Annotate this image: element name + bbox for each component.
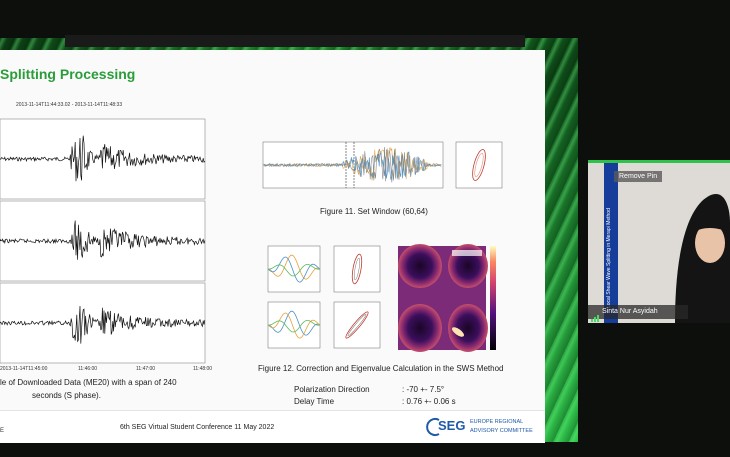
top-bar xyxy=(65,35,525,47)
seismogram-figure xyxy=(0,118,206,364)
time-tick: 11:48:00 xyxy=(193,366,213,372)
remove-pin-button[interactable]: Remove Pin xyxy=(614,171,663,182)
figure-12-caption: Figure 12. Correction and Eigenvalue Cal… xyxy=(258,364,504,373)
polarization-label: Polarization Direction xyxy=(294,385,370,394)
figure-12-eigen-plots xyxy=(267,244,496,352)
footer-org-line-2: ADVISORY COMMITTEE xyxy=(470,428,533,434)
participant-name: Sinta Nur Asyidah xyxy=(602,308,658,315)
time-tick: 11:47:00 xyxy=(136,366,156,372)
participant-avatar xyxy=(675,193,730,323)
time-tick: 11:46:00 xyxy=(78,366,98,372)
footer-conference-text: 6th SEG Virtual Student Conference 11 Ma… xyxy=(120,424,275,431)
seg-logo: SEG xyxy=(426,416,466,438)
footer-left-letter: E xyxy=(0,428,5,434)
polarization-value: : -70 +- 7.5° xyxy=(402,385,445,394)
slide-title: Splitting Processing xyxy=(0,66,136,82)
left-figure-caption-1: le of Downloaded Data (ME20) with a span… xyxy=(0,378,177,387)
figure-11-caption: Figure 11. Set Window (60,64) xyxy=(320,207,428,216)
time-tick: 2013-11-14T11:45:00 xyxy=(0,366,48,372)
time-range-label: 2013-11-14T11:44:33.02 - 2013-11-14T11:4… xyxy=(16,102,123,108)
figure-11-window-plot xyxy=(262,141,503,189)
participant-video[interactable]: Local Shear Wave Splitting in Merapi Met… xyxy=(588,160,730,323)
delay-time-value: : 0.76 +- 0.06 s xyxy=(402,397,456,406)
signal-icon xyxy=(591,309,599,322)
rotated-slide-text: Local Shear Wave Splitting in Merapi Met… xyxy=(606,208,612,308)
seg-logo-text: SEG xyxy=(438,418,466,433)
footer-org-line-1: EUROPE REGIONAL xyxy=(470,419,524,425)
delay-time-label: Delay Time xyxy=(294,397,335,406)
left-figure-caption-2: seconds (S phase). xyxy=(32,391,101,400)
